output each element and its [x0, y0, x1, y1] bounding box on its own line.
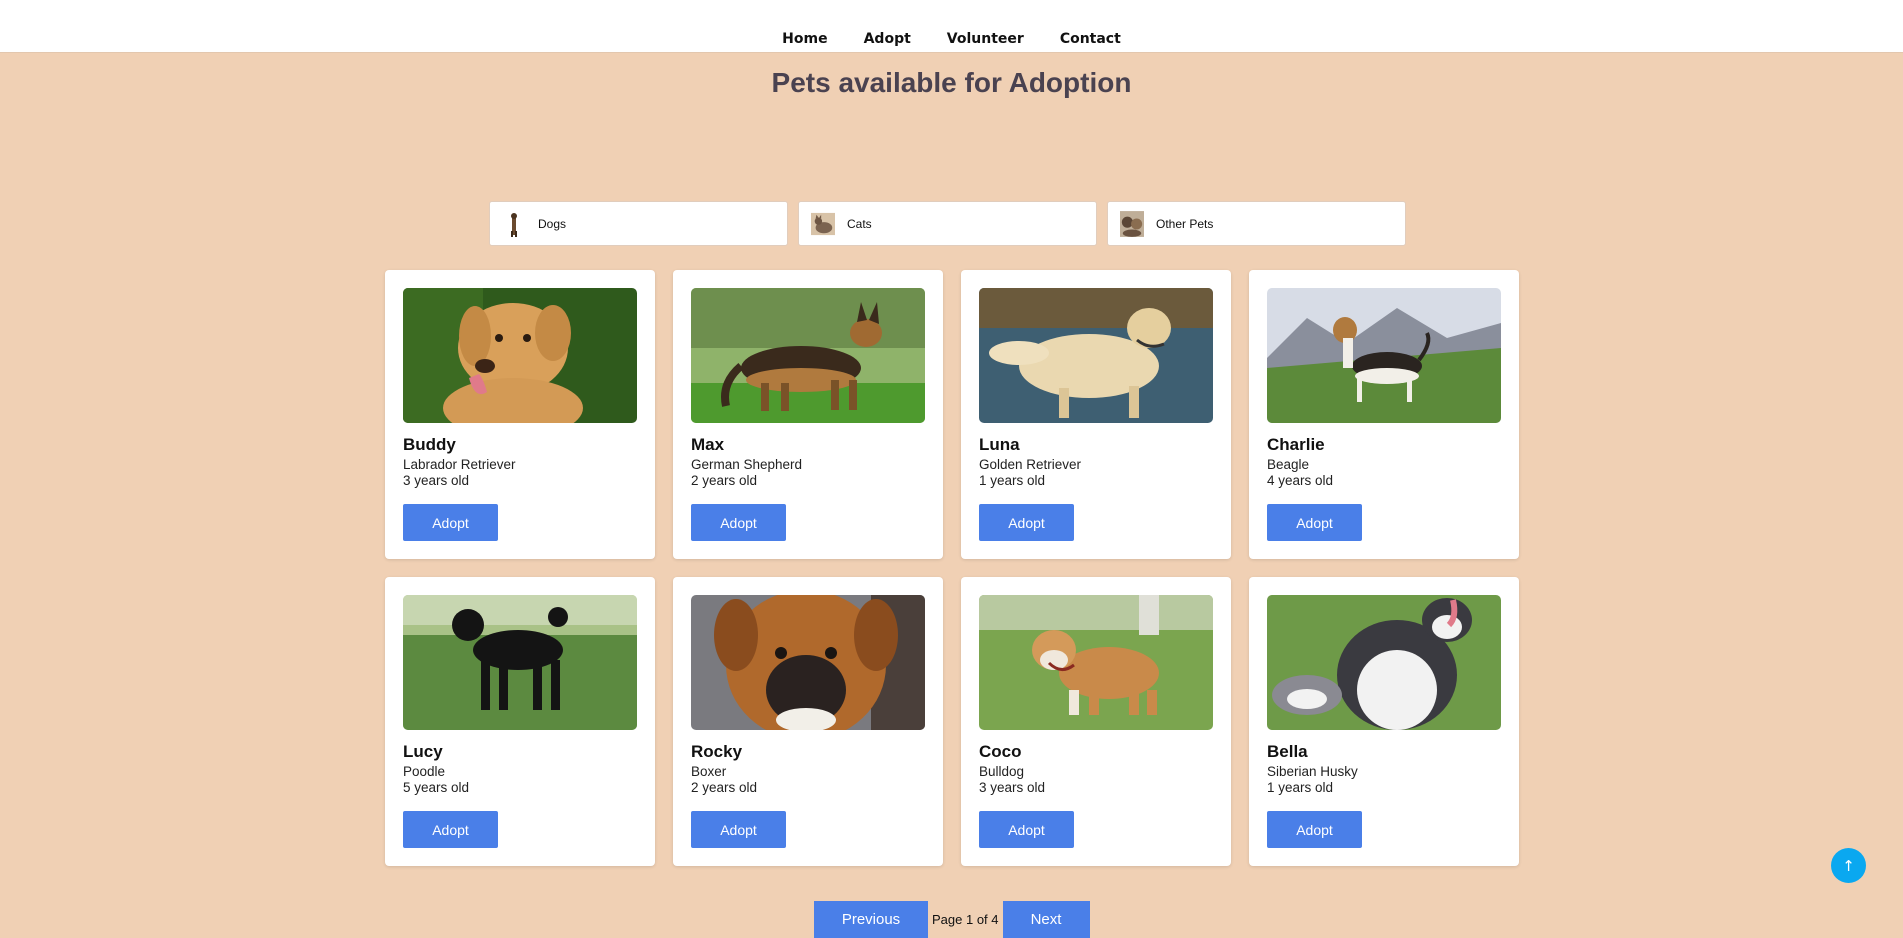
- nav-links: Home Adopt Volunteer Contact: [782, 31, 1121, 52]
- pet-card: Coco Bulldog 3 years old Adopt: [961, 577, 1231, 866]
- pet-card: Lucy Poodle 5 years old Adopt: [385, 577, 655, 866]
- pet-age: 1 years old: [1267, 780, 1334, 795]
- pet-age: 3 years old: [979, 780, 1046, 795]
- pet-card: Charlie Beagle 4 years old Adopt: [1249, 270, 1519, 559]
- pet-photo-charlie: [1267, 288, 1501, 423]
- pet-name: Lucy: [403, 742, 443, 761]
- pet-age: 2 years old: [691, 473, 758, 488]
- scroll-to-top-button[interactable]: ↑: [1831, 848, 1866, 883]
- category-cats[interactable]: Cats: [798, 201, 1097, 246]
- pet-breed: Labrador Retriever: [403, 457, 516, 472]
- pet-name: Charlie: [1267, 435, 1325, 454]
- pet-photo-lucy: [403, 595, 637, 730]
- nav-home-link[interactable]: Home: [782, 31, 827, 47]
- nav-contact-link[interactable]: Contact: [1060, 31, 1121, 47]
- pet-card: Luna Golden Retriever 1 years old Adopt: [961, 270, 1231, 559]
- pet-grid: Buddy Labrador Retriever 3 years old Ado…: [385, 270, 1519, 866]
- page-title: Pets available for Adoption: [771, 67, 1132, 98]
- pet-age: 5 years old: [403, 780, 470, 795]
- category-label: Cats: [847, 216, 872, 231]
- adopt-button[interactable]: Adopt: [691, 811, 786, 848]
- nav-volunteer-link[interactable]: Volunteer: [947, 31, 1024, 47]
- category-dogs[interactable]: Dogs: [489, 201, 788, 246]
- pet-name: Bella: [1267, 742, 1308, 761]
- pet-photo-bella: [1267, 595, 1501, 730]
- nav-adopt-link[interactable]: Adopt: [864, 31, 911, 47]
- category-other-pets[interactable]: Other Pets: [1107, 201, 1406, 246]
- pet-card: Max German Shepherd 2 years old Adopt: [673, 270, 943, 559]
- pet-age: 1 years old: [979, 473, 1046, 488]
- pet-breed: Siberian Husky: [1267, 764, 1358, 779]
- pet-breed: Boxer: [691, 764, 727, 779]
- cat-thumbnail-icon: [811, 210, 835, 238]
- adopt-button[interactable]: Adopt: [1267, 504, 1362, 541]
- other-pets-thumbnail-icon: [1120, 210, 1144, 238]
- previous-page-button[interactable]: Previous: [814, 901, 928, 938]
- category-filters: Dogs Cats Other Pets: [489, 201, 1406, 246]
- adopt-button[interactable]: Adopt: [691, 504, 786, 541]
- category-label: Dogs: [538, 216, 567, 231]
- pet-card: Bella Siberian Husky 1 years old Adopt: [1249, 577, 1519, 866]
- top-navigation: Home Adopt Volunteer Contact: [0, 0, 1903, 53]
- pet-card: Buddy Labrador Retriever 3 years old Ado…: [385, 270, 655, 559]
- adopt-button[interactable]: Adopt: [1267, 811, 1362, 848]
- arrow-up-icon: ↑: [1842, 856, 1855, 875]
- category-label: Other Pets: [1156, 216, 1214, 231]
- pet-age: 2 years old: [691, 780, 758, 795]
- pet-card: Rocky Boxer 2 years old Adopt: [673, 577, 943, 866]
- pet-age: 4 years old: [1267, 473, 1334, 488]
- page-indicator: Page 1 of 4: [932, 912, 999, 927]
- pet-name: Coco: [979, 742, 1022, 761]
- pet-photo-buddy: [403, 288, 637, 423]
- pet-photo-rocky: [691, 595, 925, 730]
- pet-breed: German Shepherd: [691, 457, 803, 472]
- pet-name: Buddy: [403, 435, 456, 454]
- pet-photo-coco: [979, 595, 1213, 730]
- pet-breed: Poodle: [403, 764, 446, 779]
- dog-thumbnail-icon: [502, 210, 526, 238]
- pet-photo-max: [691, 288, 925, 423]
- pet-name: Rocky: [691, 742, 743, 761]
- adopt-button[interactable]: Adopt: [403, 504, 498, 541]
- adopt-button[interactable]: Adopt: [979, 504, 1074, 541]
- pet-age: 3 years old: [403, 473, 470, 488]
- pet-breed: Bulldog: [979, 764, 1025, 779]
- adopt-button[interactable]: Adopt: [979, 811, 1074, 848]
- pet-breed: Golden Retriever: [979, 457, 1082, 472]
- adopt-button[interactable]: Adopt: [403, 811, 498, 848]
- pagination: Previous Page 1 of 4 Next: [814, 901, 1090, 938]
- pet-photo-luna: [979, 288, 1213, 423]
- pet-name: Max: [691, 435, 725, 454]
- next-page-button[interactable]: Next: [1002, 901, 1090, 938]
- pet-name: Luna: [979, 435, 1020, 454]
- pet-breed: Beagle: [1267, 457, 1310, 472]
